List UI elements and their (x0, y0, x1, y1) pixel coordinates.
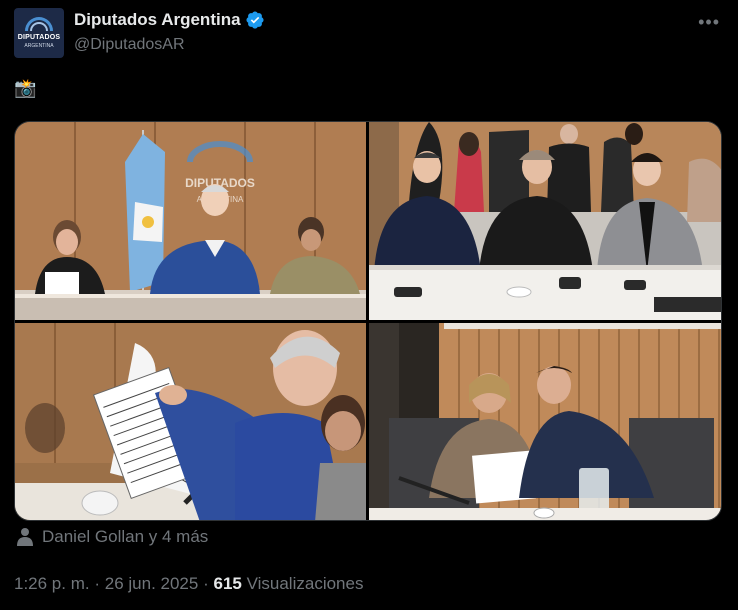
views-label: Visualizaciones (246, 574, 364, 593)
tagged-users-text: Daniel Gollan y 4 más (42, 527, 209, 546)
tweet-metadata: 1:26 p. m. · 26 jun. 2025 · 615 Visualiz… (14, 574, 363, 594)
tweet-text: 📸 (14, 78, 37, 98)
tweet-header: DIPUTADOS ARGENTINA Diputados Argentina … (14, 8, 724, 60)
photo-3[interactable] (15, 323, 366, 520)
handle[interactable]: @DiputadosAR (74, 36, 185, 54)
avatar[interactable]: DIPUTADOS ARGENTINA (14, 8, 64, 58)
meta-separator-1: · (94, 574, 101, 593)
photo-4[interactable] (369, 323, 721, 520)
name-row: Diputados Argentina (74, 10, 265, 30)
views-count[interactable]: 615 (213, 574, 241, 593)
photo-1[interactable]: DIPUTADOS ARGENTINA (15, 122, 366, 320)
person-tag-icon (17, 528, 33, 546)
display-name[interactable]: Diputados Argentina (74, 10, 241, 30)
media-grid: DIPUTADOS ARGENTINA (14, 121, 722, 521)
verified-badge-icon[interactable] (245, 10, 265, 30)
tagged-users[interactable]: Daniel Gollan y 4 más (16, 527, 208, 547)
avatar-text-line1: DIPUTADOS (17, 34, 61, 41)
avatar-text-line2: ARGENTINA (24, 43, 54, 49)
tweet-time[interactable]: 1:26 p. m. (14, 574, 90, 593)
photo-2[interactable] (369, 122, 721, 320)
more-icon[interactable]: ••• (698, 12, 720, 33)
meta-separator-2: · (203, 574, 209, 593)
tweet-date[interactable]: 26 jun. 2025 (105, 574, 199, 593)
